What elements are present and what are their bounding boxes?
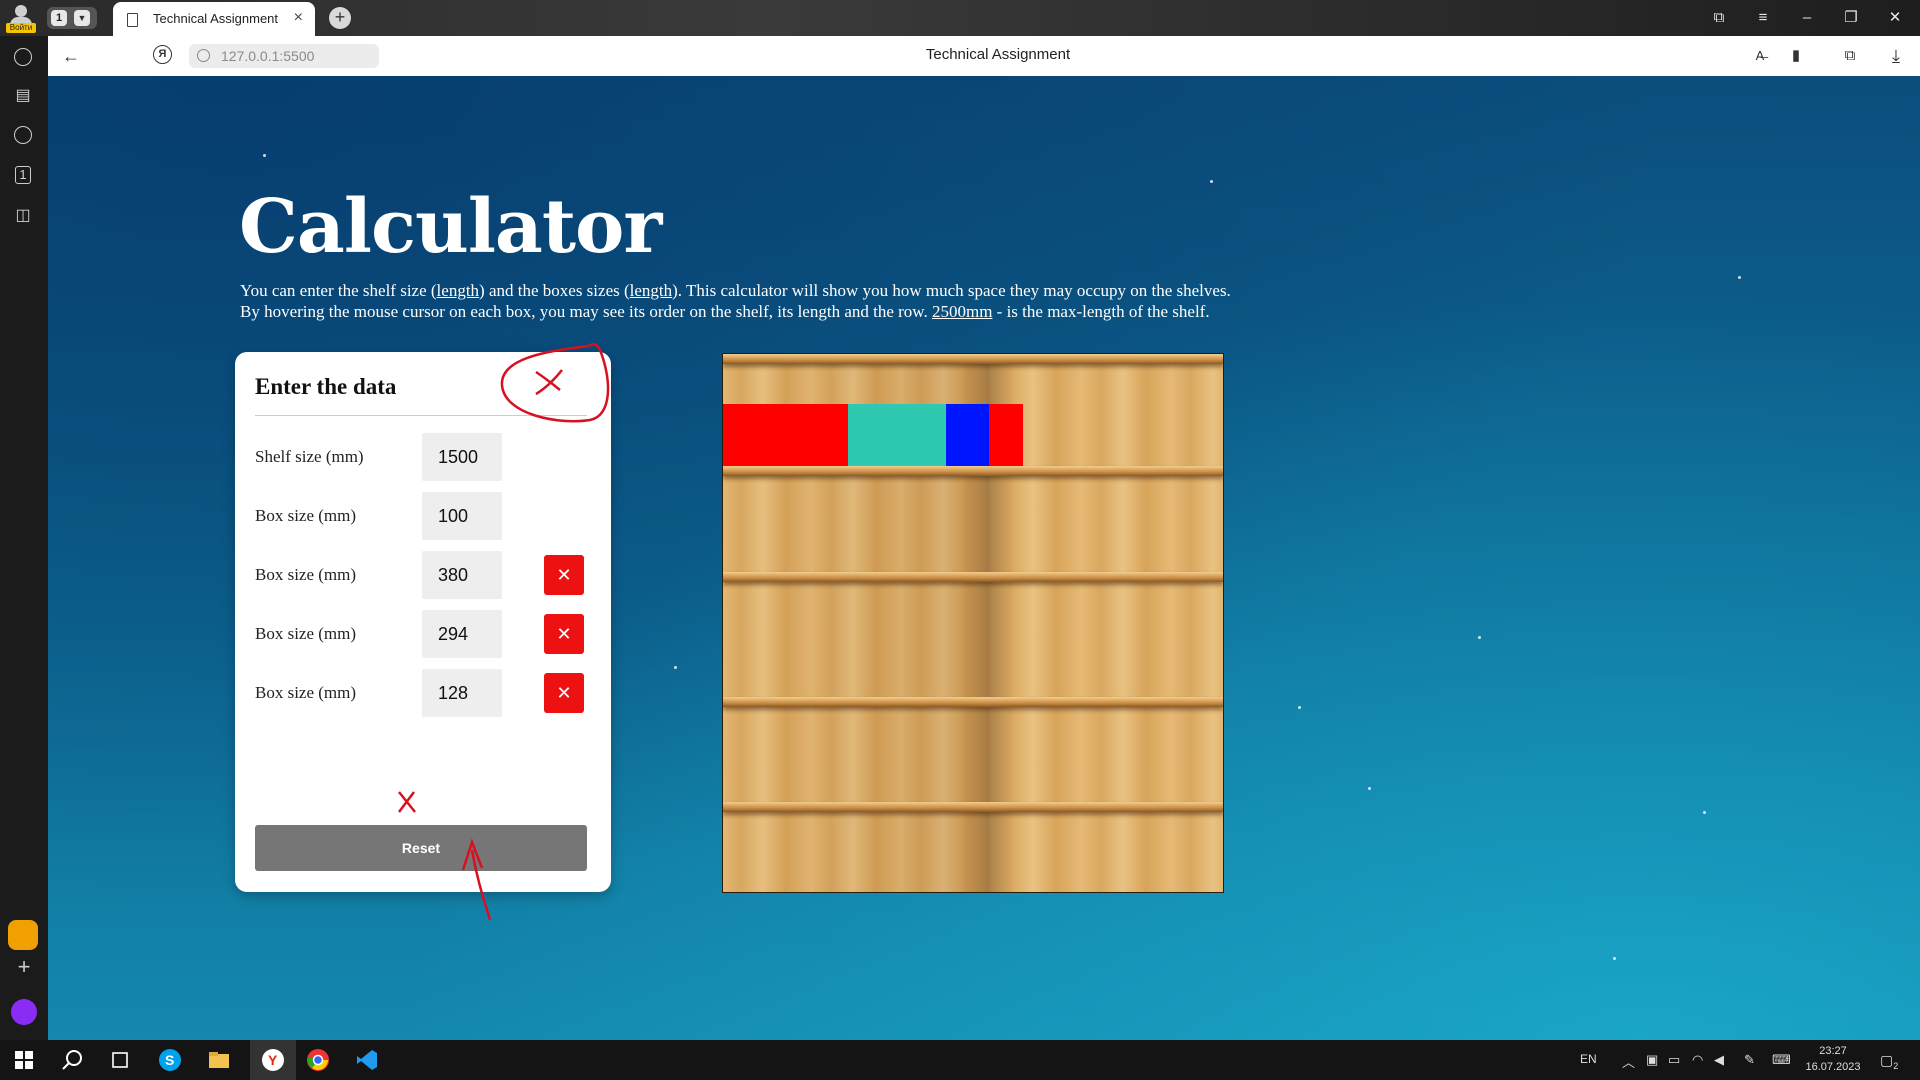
close-window-icon[interactable]: ✕ bbox=[1882, 6, 1908, 30]
address-bar: ← Я ↻ 127.0.0.1:5500 Technical Assignmen… bbox=[48, 36, 1920, 76]
tab-title: Technical Assignment bbox=[153, 11, 279, 26]
task-view-icon[interactable] bbox=[108, 1048, 132, 1072]
shelf-box[interactable] bbox=[946, 404, 989, 466]
bookmarks-icon[interactable]: ⧉ bbox=[1706, 6, 1732, 30]
battery-icon[interactable]: ▭ bbox=[1668, 1052, 1680, 1068]
notifications-icon[interactable]: ▢2 bbox=[1880, 1052, 1898, 1071]
vscode-icon[interactable] bbox=[355, 1048, 379, 1072]
close-tab-icon[interactable]: × bbox=[294, 9, 303, 27]
new-tab-button[interactable]: + bbox=[329, 7, 351, 29]
length-link: length bbox=[629, 281, 673, 300]
box-size-input[interactable]: 380 bbox=[422, 551, 502, 599]
collections-sidebar-icon[interactable]: ▤ bbox=[13, 86, 33, 106]
download-icon[interactable]: ⤓ bbox=[1884, 44, 1908, 68]
shelf-visualization bbox=[722, 353, 1224, 893]
date: 16.07.2023 bbox=[1805, 1061, 1861, 1073]
shelf-plank bbox=[723, 572, 1223, 582]
volume-icon[interactable]: ◀ bbox=[1714, 1052, 1724, 1068]
tab-one-icon[interactable]: 1 bbox=[15, 166, 31, 184]
restore-icon[interactable]: ❐ bbox=[1838, 6, 1864, 30]
browser-tab-active[interactable]: Technical Assignment × bbox=[113, 2, 315, 36]
minimize-icon[interactable]: – bbox=[1794, 6, 1820, 30]
document-icon bbox=[127, 13, 138, 27]
box-size-label: Box size (mm) bbox=[255, 506, 357, 525]
form-title: Enter the data bbox=[255, 374, 397, 399]
search-icon[interactable] bbox=[60, 1048, 84, 1072]
svg-text:Y: Y bbox=[268, 1052, 278, 1068]
chevron-up-icon[interactable]: ︿ bbox=[1622, 1052, 1635, 1071]
tab-group-button[interactable]: 1 ▼ bbox=[47, 7, 97, 29]
menu-icon[interactable]: ≡ bbox=[1750, 6, 1776, 30]
alice-assistant-icon[interactable] bbox=[11, 999, 37, 1025]
notification-count: 2 bbox=[1893, 1060, 1899, 1071]
browser-sidebar: ▤ 1 ◫ + ••• bbox=[0, 36, 48, 1055]
chrome-icon[interactable] bbox=[306, 1048, 330, 1072]
page-heading: Calculator bbox=[239, 184, 662, 270]
shelf-size-input[interactable]: 1500 bbox=[422, 433, 502, 481]
delete-box-button[interactable]: ✕ bbox=[544, 555, 584, 595]
time: 23:27 bbox=[1819, 1045, 1847, 1057]
data-form-card: Enter the data Shelf size (mm) 1500 Box … bbox=[235, 352, 611, 892]
collections-icon[interactable]: ⧉ bbox=[1838, 44, 1862, 68]
box-size-label: Box size (mm) bbox=[255, 565, 357, 584]
bookmark-icon[interactable]: ▮ bbox=[1784, 44, 1808, 68]
language-indicator[interactable]: EN bbox=[1580, 1052, 1597, 1066]
max-length-link: 2500mm bbox=[931, 302, 993, 321]
length-link: length bbox=[436, 281, 480, 300]
history-icon[interactable] bbox=[14, 48, 32, 66]
reset-button[interactable]: Reset bbox=[255, 825, 587, 871]
profile-button[interactable]: Войти bbox=[6, 3, 36, 33]
shelf-plank bbox=[723, 697, 1223, 707]
divider bbox=[255, 415, 587, 416]
play-icon[interactable] bbox=[14, 126, 32, 144]
svg-text:S: S bbox=[165, 1052, 174, 1068]
description: You can enter the shelf size (length) an… bbox=[240, 281, 1231, 321]
page-title: Technical Assignment bbox=[925, 46, 1071, 63]
clock[interactable]: 23:27 16.07.2023 bbox=[1803, 1043, 1863, 1075]
box-size-input[interactable]: 128 bbox=[422, 669, 502, 717]
browser-tab-bar: Войти 1 ▼ Technical Assignment × + ⧉ ≡ –… bbox=[0, 0, 1920, 36]
box-size-input[interactable]: 294 bbox=[422, 610, 502, 658]
delete-box-button[interactable]: ✕ bbox=[544, 614, 584, 654]
shelf-plank bbox=[723, 354, 1223, 364]
web-page: Calculator You can enter the shelf size … bbox=[48, 76, 1920, 1040]
delete-box-button[interactable]: ✕ bbox=[544, 673, 584, 713]
box-size-label: Box size (mm) bbox=[255, 624, 357, 643]
box-size-label: Box size (mm) bbox=[255, 683, 357, 702]
mail-icon[interactable] bbox=[8, 920, 38, 950]
file-explorer-icon[interactable] bbox=[207, 1048, 231, 1072]
screenshot-icon[interactable]: ◫ bbox=[13, 206, 33, 226]
tab-count: 1 bbox=[51, 10, 67, 26]
yandex-browser-icon[interactable]: Y bbox=[261, 1048, 285, 1072]
shelf-plank bbox=[723, 802, 1223, 812]
meet-icon[interactable]: ▣ bbox=[1646, 1052, 1658, 1068]
start-icon[interactable] bbox=[12, 1048, 36, 1072]
shelf-box[interactable] bbox=[723, 404, 848, 466]
shelf-size-label: Shelf size (mm) bbox=[255, 447, 364, 466]
profile-label: Войти bbox=[6, 23, 36, 33]
add-panel-icon[interactable]: + bbox=[12, 956, 36, 980]
chevron-down-icon: ▼ bbox=[74, 10, 90, 26]
shelf-box[interactable] bbox=[989, 404, 1023, 466]
box-size-input[interactable]: 100 bbox=[422, 492, 502, 540]
pen-icon[interactable]: ✎ bbox=[1744, 1052, 1755, 1068]
shelf-plank bbox=[723, 466, 1223, 476]
skype-icon[interactable]: S bbox=[158, 1048, 182, 1072]
wifi-icon[interactable]: ◠ bbox=[1692, 1052, 1703, 1068]
shelf-box[interactable] bbox=[848, 404, 946, 466]
translate-icon[interactable]: A̶ bbox=[1748, 44, 1772, 68]
keyboard-icon[interactable]: ⌨ bbox=[1772, 1052, 1791, 1068]
taskbar: S Y EN ︿ ▣ ▭ ◠ ◀ ✎ ⌨ 23:27 16.07.2023 ▢2 bbox=[0, 1040, 1920, 1080]
